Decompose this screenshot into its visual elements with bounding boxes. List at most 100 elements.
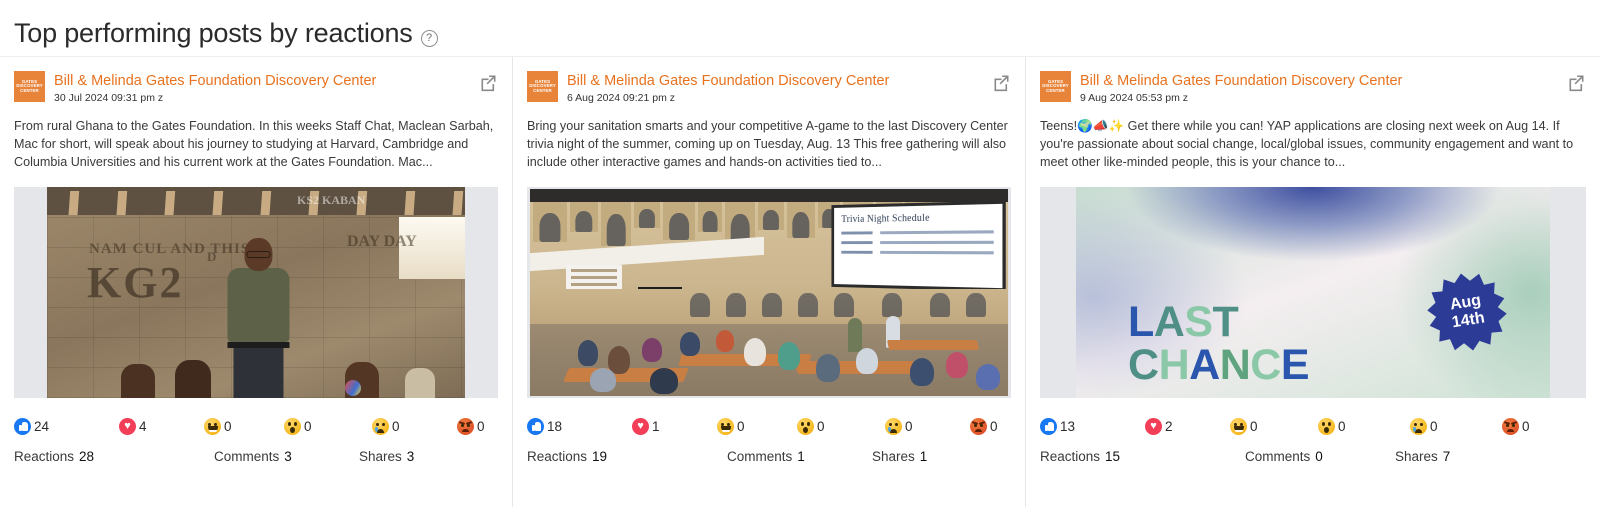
summary-shares: Shares 1 [872,449,927,464]
reaction-love-count: 4 [139,418,147,434]
post-card: GATES DISCOVERY CENTER Bill & Melinda Ga… [0,57,513,507]
sad-icon [1410,417,1427,435]
reaction-angry-count: 0 [990,418,998,434]
post-date: 9 Aug 2024 05:53 pm z [1080,92,1188,105]
reaction-angry-count: 0 [1522,418,1530,434]
thumbs-up-icon [14,417,31,435]
haha-icon [717,417,734,435]
post-summary: Reactions 28 Comments 3 Shares 3 [14,449,498,464]
post-image[interactable]: LAST CHANCE Aug 14th [1040,187,1586,399]
graphic-letter: C [1250,340,1281,389]
summary-reactions-value: 28 [79,449,95,465]
post-text: Teens!🌍📣✨ Get there while you can! YAP a… [1040,119,1574,169]
summary-reactions-label: Reactions [527,449,588,465]
reaction-sad-count: 0 [905,418,913,434]
reaction-like: 24 [14,417,119,435]
heart-icon [119,417,136,435]
help-circle-icon[interactable]: ? [420,29,438,47]
reaction-like: 18 [527,417,632,435]
reaction-haha: 0 [204,417,284,435]
reaction-angry: 0 [1502,417,1530,435]
graphic-letter: A [1153,298,1185,346]
post-header: GATES DISCOVERY CENTER Bill & Melinda Ga… [1040,71,1586,104]
angry-icon [457,417,474,435]
haha-icon [204,417,221,435]
summary-shares-value: 7 [1442,449,1451,465]
post-date: 6 Aug 2024 09:21 pm z [567,92,675,105]
reaction-like-count: 18 [547,418,563,434]
summary-comments: Comments 3 [214,449,359,464]
avatar-line-3: CENTER [533,87,552,93]
reaction-wow: 0 [1318,417,1410,435]
post-summary: Reactions 19 Comments 1 Shares 1 [527,449,1011,464]
reaction-wow: 0 [797,417,885,435]
wow-icon [284,417,301,435]
summary-comments-label: Comments [1245,449,1311,465]
reaction-haha-count: 0 [737,418,745,434]
summary-reactions: Reactions 28 [14,449,214,464]
summary-shares: Shares 3 [359,449,414,464]
graphic-letter: A [1189,340,1220,389]
reaction-counts: 18 1 0 0 0 [527,415,1011,437]
top-performing-posts-widget: Top performing posts by reactions ? GATE… [0,0,1600,507]
graphic-letter: C [1128,340,1159,389]
thumbs-up-icon [1040,417,1057,435]
widget-header: Top performing posts by reactions ? [0,0,1600,56]
reaction-sad: 0 [372,417,457,435]
post-image[interactable]: Trivia Night Schedule [527,187,1011,399]
summary-reactions-value: 19 [592,449,608,465]
summary-reactions: Reactions 15 [1040,449,1245,464]
last-chance-graphic-text: LAST CHANCE [1128,298,1310,389]
graphic-letter: E [1280,340,1310,389]
summary-reactions-label: Reactions [14,449,75,465]
post-image[interactable]: KS2 KABAN NAM CUL AND THIS KG2 D DAY DAY [14,187,498,399]
reaction-love-count: 2 [1165,418,1173,434]
heart-icon [1145,417,1162,435]
angry-icon [1502,417,1519,435]
avatar-line-3: CENTER [20,87,39,93]
reaction-haha-count: 0 [1250,418,1258,434]
graphic-letter: N [1219,340,1251,389]
reaction-haha: 0 [1230,417,1318,435]
presentation-screen: Trivia Night Schedule [831,200,1006,292]
heart-icon [632,417,649,435]
post-header: GATES DISCOVERY CENTER Bill & Melinda Ga… [14,71,498,104]
external-link-icon[interactable] [992,73,1011,92]
post-header: GATES DISCOVERY CENTER Bill & Melinda Ga… [527,71,1011,104]
reaction-haha: 0 [717,417,797,435]
post-card: GATES DISCOVERY CENTER Bill & Melinda Ga… [1026,57,1600,507]
wow-icon [797,417,814,435]
post-card-list: GATES DISCOVERY CENTER Bill & Melinda Ga… [0,56,1600,507]
post-summary: Reactions 15 Comments 0 Shares 7 [1040,449,1586,464]
reaction-sad-count: 0 [1430,418,1438,434]
reaction-sad: 0 [1410,417,1502,435]
reaction-like-count: 13 [1060,418,1076,434]
post-date: 30 Jul 2024 09:31 pm z [54,92,164,105]
reaction-love: 1 [632,417,717,435]
summary-shares: Shares 7 [1395,449,1450,464]
reaction-wow-count: 0 [304,418,312,434]
reaction-wow-count: 0 [1338,418,1346,434]
avatar: GATES DISCOVERY CENTER [527,71,558,102]
reaction-love: 4 [119,417,204,435]
reaction-counts: 13 2 0 0 0 [1040,415,1586,437]
badge-line-2: 14th [1450,309,1486,332]
avatar-line-3: CENTER [1046,87,1065,93]
post-page-name[interactable]: Bill & Melinda Gates Foundation Discover… [1080,72,1558,90]
date-starburst-badge: Aug 14th [1422,268,1511,357]
graphic-letter: S [1184,298,1213,346]
post-page-name[interactable]: Bill & Melinda Gates Foundation Discover… [54,72,470,90]
graphic-letter: H [1158,340,1190,389]
summary-shares-label: Shares [359,449,402,465]
thumbs-up-icon [527,417,544,435]
summary-comments-value: 0 [1315,449,1323,465]
reaction-love: 2 [1145,417,1230,435]
summary-shares-value: 1 [919,449,928,465]
summary-comments-label: Comments [214,449,280,465]
external-link-icon[interactable] [1567,73,1586,92]
reaction-haha-count: 0 [224,418,232,434]
post-text: Bring your sanitation smarts and your co… [527,119,1008,169]
reaction-wow-count: 0 [817,418,825,434]
external-link-icon[interactable] [479,73,498,92]
post-page-name[interactable]: Bill & Melinda Gates Foundation Discover… [567,72,983,90]
